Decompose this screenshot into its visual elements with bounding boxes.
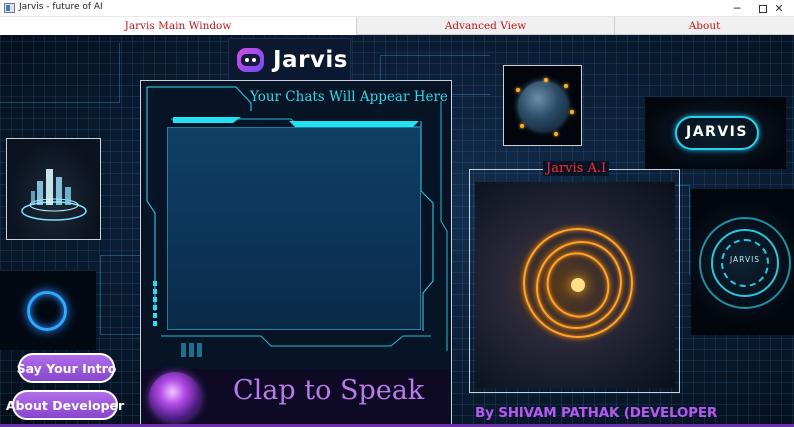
microphone-orb-button[interactable] [149, 372, 201, 422]
developer-byline: By SHIVAM PATHAK (DEVELOPER [475, 405, 718, 421]
energy-orb-icon [27, 291, 67, 331]
tab-advanced-view[interactable]: Advanced View [357, 17, 615, 35]
about-developer-button[interactable]: About Developer [6, 390, 124, 420]
ai-hologram-image [475, 182, 675, 388]
ring-label: JARVIS [729, 255, 761, 264]
network-node-icon [564, 84, 568, 88]
circuit-decoration [100, 255, 140, 335]
globe-panel [503, 65, 582, 146]
say-your-intro-button[interactable]: Say Your Intro [17, 353, 116, 383]
jarvis-logo: Jarvis [228, 38, 351, 82]
tab-about[interactable]: About [615, 17, 794, 35]
tab-main-window[interactable]: Jarvis Main Window [0, 17, 357, 35]
clap-to-speak-label: Clap to Speak [233, 375, 425, 406]
core-glow-icon [571, 278, 585, 292]
main-stage: Jarvis Say Your Intro About Developer Yo… [0, 35, 794, 427]
jarvis-ring-panel: JARVIS [691, 189, 794, 335]
tab-bar: Jarvis Main Window Advanced View About [0, 17, 794, 35]
jarvis-badge: JARVIS [645, 97, 786, 169]
app-icon [4, 3, 15, 13]
close-button[interactable]: ✕ [760, 0, 794, 17]
network-node-icon [554, 132, 558, 136]
robot-icon [237, 48, 264, 72]
network-node-icon [544, 78, 548, 82]
network-node-icon [520, 124, 524, 128]
network-node-icon [516, 88, 520, 92]
badge-text: JARVIS [686, 124, 748, 140]
network-node-icon [570, 110, 574, 114]
robot-eye-icon [252, 58, 256, 62]
orb-panel [0, 270, 96, 350]
circuit-decoration [0, 43, 120, 103]
ai-panel-title: Jarvis A.I [543, 161, 610, 176]
robot-eye-icon [245, 58, 249, 62]
title-bar: Jarvis - future of AI ─ ✕ [0, 0, 794, 17]
chat-display-area[interactable] [167, 127, 421, 330]
chat-title: Your Chats Will Appear Here [250, 89, 448, 105]
ai-image-frame: Jarvis A.I [469, 161, 680, 393]
app-window: Jarvis - future of AI ─ ✕ Jarvis Main Wi… [0, 0, 794, 427]
city-hologram-image [6, 138, 101, 240]
chat-panel: Your Chats Will Appear Here Clap to Spea… [140, 80, 452, 427]
window-title: Jarvis - future of AI [19, 2, 103, 12]
city-hologram-icon [21, 169, 87, 221]
globe-icon [518, 81, 568, 131]
logo-text: Jarvis [273, 47, 348, 73]
mic-bar: Clap to Speak [143, 369, 449, 425]
